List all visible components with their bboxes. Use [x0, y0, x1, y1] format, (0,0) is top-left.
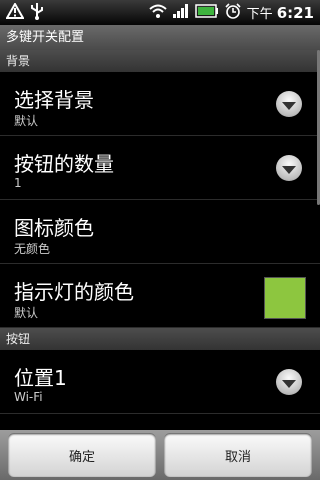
dialog-buttons: 确定 取消 [0, 430, 320, 480]
status-bar: 下午 6:21 [0, 0, 320, 25]
wifi-icon [149, 3, 167, 22]
pref-title: 位置1 [14, 366, 67, 390]
signal-icon [172, 3, 189, 22]
alarm-icon [225, 2, 241, 23]
section-header-background: 背景 [0, 50, 320, 72]
status-time: 下午 6:21 [247, 3, 314, 22]
ok-button[interactable]: 确定 [8, 433, 156, 477]
pref-select-background[interactable]: 选择背景 默认 [0, 72, 320, 136]
usb-icon [30, 2, 44, 24]
pref-summary: 默认 [14, 306, 39, 320]
cancel-button[interactable]: 取消 [164, 433, 312, 477]
pref-title: 指示灯的颜色 [14, 280, 134, 304]
section-header-buttons: 按钮 [0, 328, 320, 350]
warning-icon [5, 1, 25, 23]
dialog-title: 多键开关配置 [0, 25, 320, 50]
pref-title: 图标颜色 [14, 216, 94, 240]
battery-icon [194, 3, 219, 22]
pref-title: 选择背景 [14, 88, 94, 112]
pref-summary: 默认 [14, 114, 39, 128]
dropdown-arrow-icon[interactable] [276, 369, 302, 395]
pref-summary: 1 [14, 176, 22, 190]
pref-indicator-color[interactable]: 指示灯的颜色 默认 [0, 264, 320, 328]
indicator-color-swatch[interactable] [264, 277, 306, 319]
time-prefix: 下午 [246, 7, 273, 22]
pref-button-count[interactable]: 按钮的数量 1 [0, 136, 320, 200]
preference-list[interactable]: 背景 选择背景 默认 按钮的数量 1 图标颜色 无颜色 指示灯的颜色 默认 按钮… [0, 50, 320, 430]
pref-summary: Wi-Fi [14, 390, 43, 404]
dropdown-arrow-icon[interactable] [276, 155, 302, 181]
pref-title: 按钮的数量 [14, 152, 114, 176]
pref-position-1[interactable]: 位置1 Wi-Fi [0, 350, 320, 414]
time-value: 6:21 [276, 4, 314, 22]
pref-summary: 无颜色 [14, 242, 51, 256]
dropdown-arrow-icon[interactable] [276, 91, 302, 117]
pref-icon-color[interactable]: 图标颜色 无颜色 [0, 200, 320, 264]
